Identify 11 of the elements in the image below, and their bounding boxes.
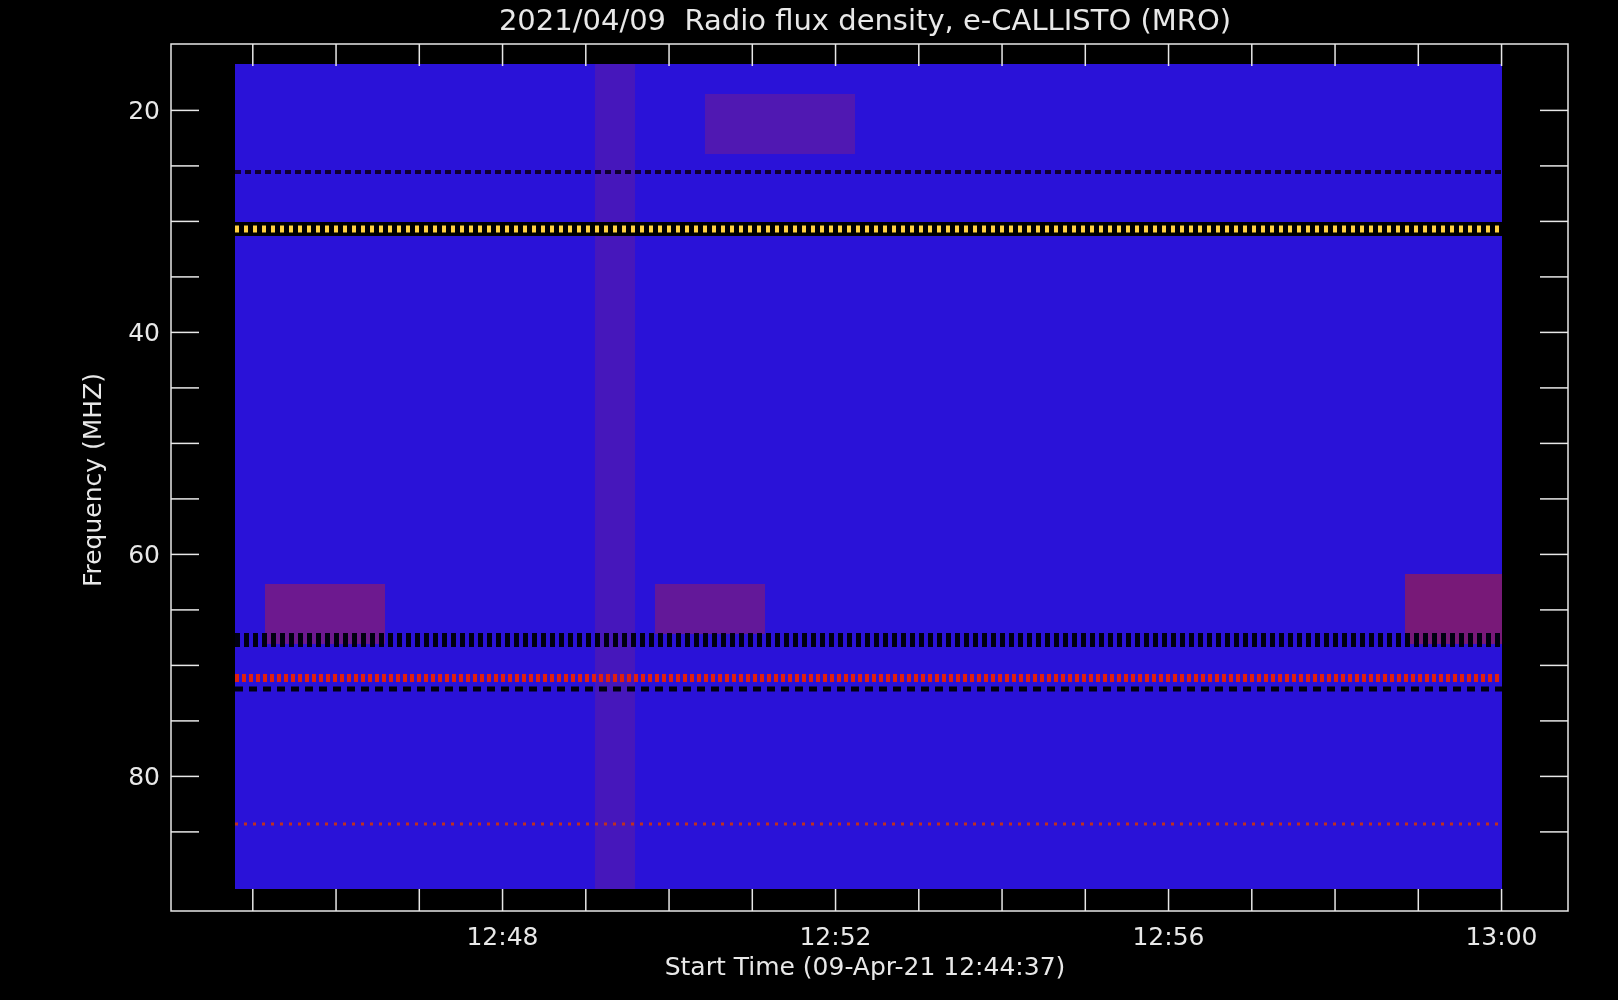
- tick-label: 13:00: [1465, 922, 1538, 951]
- axis-label: Frequency (MHZ): [78, 372, 107, 588]
- tick-label: 20: [128, 96, 160, 126]
- tick-label: 12:48: [466, 922, 539, 951]
- tick-label: 60: [128, 540, 160, 570]
- tick-label: 12:52: [799, 922, 872, 951]
- tick-label: 80: [128, 762, 160, 792]
- plot-title: 2021/04/09 Radio flux density, e-CALLISTO (MRO): [498, 3, 1232, 37]
- tick-label: 12:56: [1132, 922, 1205, 951]
- axis-label: Start Time (09-Apr-21 12:44:37): [664, 952, 1066, 981]
- tick-label: 40: [128, 318, 160, 348]
